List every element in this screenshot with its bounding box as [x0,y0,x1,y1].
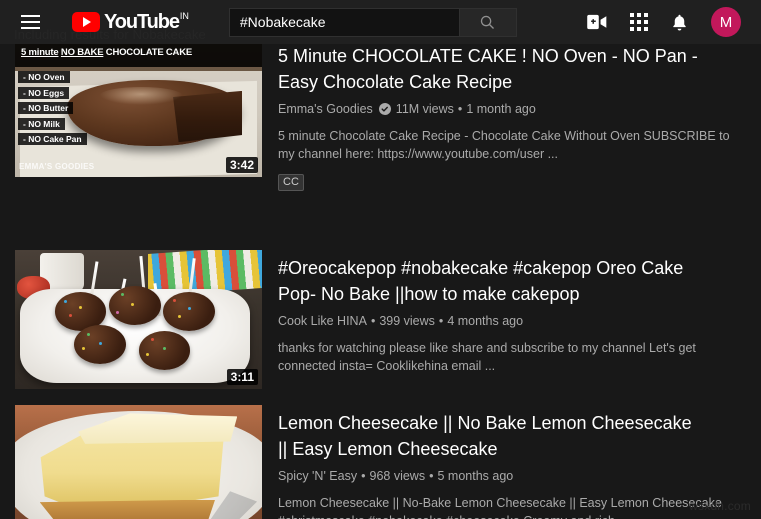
thumbnail-bullet-list: - NO Oven - NO Eggs - NO Butter - NO Mil… [18,71,87,146]
result-info: #Oreocakepop #nobakecake #cakepop Oreo C… [262,250,747,389]
menu-line [20,15,40,17]
channel-name[interactable]: Cook Like HINA [278,312,367,330]
video-metadata: Spicy 'N' Easy • 968 views • 5 months ag… [278,467,747,485]
video-duration-badge: 3:42 [225,157,258,173]
avatar[interactable]: M [711,7,741,37]
youtube-play-icon [72,12,100,32]
video-metadata: Cook Like HINA • 399 views • 4 months ag… [278,312,747,330]
search-result-item[interactable]: 5 minute NO BAKE CHOCOLATE CAKE - NO Ove… [0,38,761,191]
top-navigation-bar: Including results for Nobakecake YouTube… [0,0,761,44]
search-icon [481,15,495,29]
search-input[interactable] [228,7,459,37]
video-title[interactable]: Lemon Cheesecake || No Bake Lemon Cheese… [278,410,698,462]
thumbnail-headline: 5 minute NO BAKE CHOCOLATE CAKE [21,47,193,59]
bell-icon[interactable] [670,12,689,33]
metadata-separator: • [429,469,434,483]
metadata-separator: • [370,314,376,328]
oreo-cake-pops-thumbnail[interactable]: 3:11 [15,250,262,389]
video-title[interactable]: 5 Minute CHOCOLATE CAKE ! NO Oven - NO P… [278,43,698,95]
topbar-left-group: YouTube IN [10,2,517,42]
avatar-letter: M [719,13,733,31]
cc-badge: CC [278,174,304,191]
search-button[interactable] [458,7,517,37]
menu-line [20,27,40,29]
lemon-cheesecake-thumbnail[interactable]: 4:34 [15,405,262,519]
view-count: 968 views [369,469,426,483]
chocolate-cake-thumbnail[interactable]: 5 minute NO BAKE CHOCOLATE CAKE - NO Ove… [15,38,262,177]
youtube-logo[interactable]: YouTube IN [72,11,189,33]
upload-age: 5 months ago [437,469,514,483]
metadata-separator: • [457,102,463,116]
topbar-right-group: M [586,7,751,37]
video-description: Lemon Cheesecake || No-Bake Lemon Cheese… [278,496,722,519]
search-result-item[interactable]: 4:34 Lemon Cheesecake || No Bake Lemon C… [0,405,761,519]
upload-age: 4 months ago [447,314,524,328]
youtube-logo-text: YouTube [104,11,180,33]
video-title[interactable]: #Oreocakepop #nobakecake #cakepop Oreo C… [278,255,698,307]
video-metadata: Emma's Goodies 11M views • 1 month ago [278,100,747,118]
metadata-separator: • [361,469,366,483]
channel-name[interactable]: Emma's Goodies [278,100,373,118]
thumbnail-channel-watermark: EMMA'S GOODIES [19,162,95,171]
result-info: 5 Minute CHOCOLATE CAKE ! NO Oven - NO P… [262,38,747,191]
view-count: 399 views [379,314,435,328]
search-results-list: 5 minute NO BAKE CHOCOLATE CAKE - NO Ove… [0,38,761,519]
result-info: Lemon Cheesecake || No Bake Lemon Cheese… [262,405,747,519]
create-video-icon[interactable] [586,14,608,30]
upload-age: 1 month ago [466,102,536,116]
menu-line [20,21,40,23]
hamburger-menu-icon[interactable] [10,2,50,42]
thumbnail-artwork [15,250,262,389]
search-result-item[interactable]: 3:11 #Oreocakepop #nobakecake #cakepop O… [0,250,761,389]
view-count: 11M views [395,102,454,116]
thumbnail-artwork [15,405,262,519]
youtube-country-code: IN [179,11,189,21]
channel-name[interactable]: Spicy 'N' Easy [278,467,357,485]
video-description: 5 minute Chocolate Cake Recipe - Chocola… [278,129,730,161]
page-watermark: wsxdn.com [689,499,751,513]
apps-grid-icon[interactable] [630,13,648,31]
video-badges: CC [278,172,747,191]
search-bar [228,7,517,37]
thumbnail-artwork: 5 minute NO BAKE CHOCOLATE CAKE - NO Ove… [15,38,262,177]
video-duration-badge: 3:11 [226,369,258,385]
metadata-separator: • [438,314,444,328]
video-description: thanks for watching please like share an… [278,341,696,373]
verified-badge-icon [378,103,391,115]
